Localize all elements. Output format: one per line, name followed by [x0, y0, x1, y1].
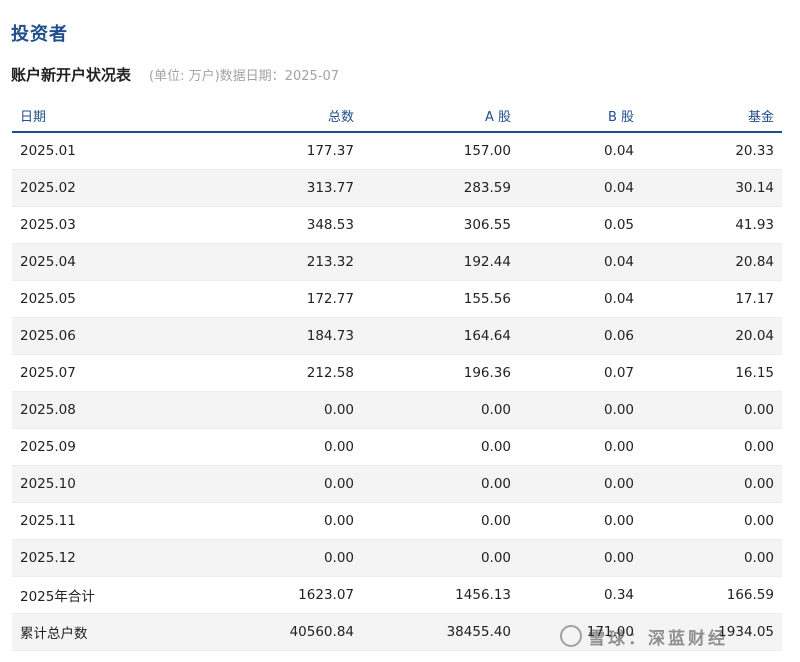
cell-b-share: 0.04: [519, 243, 642, 281]
cell-b-share: 0.04: [519, 132, 642, 170]
cell-date: 2025.02: [12, 169, 158, 207]
cell-a-share: 0.00: [362, 502, 519, 540]
cell-a-share: 283.59: [362, 169, 519, 207]
cell-a-share: 0.00: [362, 391, 519, 429]
cell-a-share: 196.36: [362, 354, 519, 392]
cell-a-share: 164.64: [362, 317, 519, 355]
table-row: 2025.09 0.00 0.00 0.00 0.00: [12, 428, 782, 466]
cell-a-share: 1456.13: [362, 576, 519, 614]
cell-total: 177.37: [158, 132, 362, 170]
cell-b-share: 0.00: [519, 502, 642, 540]
cell-total: 0.00: [158, 465, 362, 503]
cell-b-share: 0.00: [519, 539, 642, 577]
cell-a-share: 157.00: [362, 132, 519, 170]
cell-date: 2025.04: [12, 243, 158, 281]
column-header-date: 日期: [12, 100, 158, 133]
table-header: 日期 总数 A 股 B 股 基金: [12, 100, 782, 133]
cell-date: 累计总户数: [12, 613, 158, 651]
cell-b-share: 0.04: [519, 280, 642, 318]
table-body: 2025.01 177.37 157.00 0.04 20.33 2025.02 313.7…: [12, 132, 782, 651]
cell-fund: 166.59: [642, 576, 782, 614]
cell-b-share: 0.00: [519, 465, 642, 503]
cell-date: 2025.08: [12, 391, 158, 429]
cell-b-share: 0.07: [519, 354, 642, 392]
cell-total: 213.32: [158, 243, 362, 281]
table-row: 2025.07 212.58 196.36 0.07 16.15: [12, 354, 782, 392]
column-header-fund: 基金: [642, 100, 782, 133]
cell-a-share: 0.00: [362, 539, 519, 577]
cell-date: 2025.01: [12, 132, 158, 170]
cell-fund: 20.04: [642, 317, 782, 355]
table-row: 2025.01 177.37 157.00 0.04 20.33: [12, 132, 782, 170]
cell-total: 1623.07: [158, 576, 362, 614]
table-row: 2025.02 313.77 283.59 0.04 30.14: [12, 169, 782, 207]
cell-fund: 41.93: [642, 206, 782, 244]
cell-fund: 0.00: [642, 465, 782, 503]
cell-fund: 20.33: [642, 132, 782, 170]
account-opening-table: 日期 总数 A 股 B 股 基金 2025.01 177.37 157.00 0.04…: [12, 100, 782, 651]
cell-date: 2025.03: [12, 206, 158, 244]
table-row: 2025.11 0.00 0.00 0.00 0.00: [12, 502, 782, 540]
table-row: 2025.08 0.00 0.00 0.00 0.00: [12, 391, 782, 429]
cell-date: 2025.07: [12, 354, 158, 392]
cell-total: 0.00: [158, 428, 362, 466]
column-header-b-share: B 股: [519, 100, 642, 133]
table-unit-date-note: (单位: 万户)数据日期：2025-07: [149, 69, 339, 84]
cell-b-share: 0.04: [519, 169, 642, 207]
cell-fund: 0.00: [642, 539, 782, 577]
cell-b-share: 0.00: [519, 391, 642, 429]
cell-date: 2025.06: [12, 317, 158, 355]
cell-date: 2025.09: [12, 428, 158, 466]
cell-date: 2025.11: [12, 502, 158, 540]
table-row: 2025年合计 1623.07 1456.13 0.34 166.59: [12, 576, 782, 614]
table-row: 2025.06 184.73 164.64 0.06 20.04: [12, 317, 782, 355]
cell-fund: 0.00: [642, 502, 782, 540]
cell-total: 0.00: [158, 539, 362, 577]
cell-total: 313.77: [158, 169, 362, 207]
column-header-a-share: A 股: [362, 100, 519, 133]
cell-total: 184.73: [158, 317, 362, 355]
table-row: 2025.04 213.32 192.44 0.04 20.84: [12, 243, 782, 281]
table-row: 2025.12 0.00 0.00 0.00 0.00: [12, 539, 782, 577]
cell-total: 172.77: [158, 280, 362, 318]
cell-total: 0.00: [158, 502, 362, 540]
cell-b-share: 0.34: [519, 576, 642, 614]
cell-fund: 0.00: [642, 391, 782, 429]
cell-b-share: 0.06: [519, 317, 642, 355]
cell-b-share: 171.00: [519, 613, 642, 651]
column-header-total: 总数: [158, 100, 362, 133]
cell-a-share: 306.55: [362, 206, 519, 244]
cell-fund: 20.84: [642, 243, 782, 281]
cell-a-share: 38455.40: [362, 613, 519, 651]
cell-date: 2025.05: [12, 280, 158, 318]
cell-b-share: 0.00: [519, 428, 642, 466]
cell-date: 2025年合计: [12, 576, 158, 614]
cell-date: 2025.10: [12, 465, 158, 503]
cell-a-share: 0.00: [362, 428, 519, 466]
cell-total: 0.00: [158, 391, 362, 429]
cell-fund: 17.17: [642, 280, 782, 318]
table-row: 2025.03 348.53 306.55 0.05 41.93: [12, 206, 782, 244]
table-header-row: 账户新开户状况表 (单位: 万户)数据日期：2025-07: [11, 64, 339, 86]
table-row: 2025.05 172.77 155.56 0.04 17.17: [12, 280, 782, 318]
cell-fund: 30.14: [642, 169, 782, 207]
cell-fund: 0.00: [642, 428, 782, 466]
cell-fund: 1934.05: [642, 613, 782, 651]
cell-total: 40560.84: [158, 613, 362, 651]
cell-total: 212.58: [158, 354, 362, 392]
cell-fund: 16.15: [642, 354, 782, 392]
cell-b-share: 0.05: [519, 206, 642, 244]
cell-a-share: 155.56: [362, 280, 519, 318]
table-title: 账户新开户状况表: [11, 66, 132, 84]
cell-total: 348.53: [158, 206, 362, 244]
cell-a-share: 0.00: [362, 465, 519, 503]
page-title: 投资者: [11, 24, 68, 45]
cell-a-share: 192.44: [362, 243, 519, 281]
table-row: 累计总户数 40560.84 38455.40 171.00 1934.05: [12, 613, 782, 651]
cell-date: 2025.12: [12, 539, 158, 577]
table-row: 2025.10 0.00 0.00 0.00 0.00: [12, 465, 782, 503]
